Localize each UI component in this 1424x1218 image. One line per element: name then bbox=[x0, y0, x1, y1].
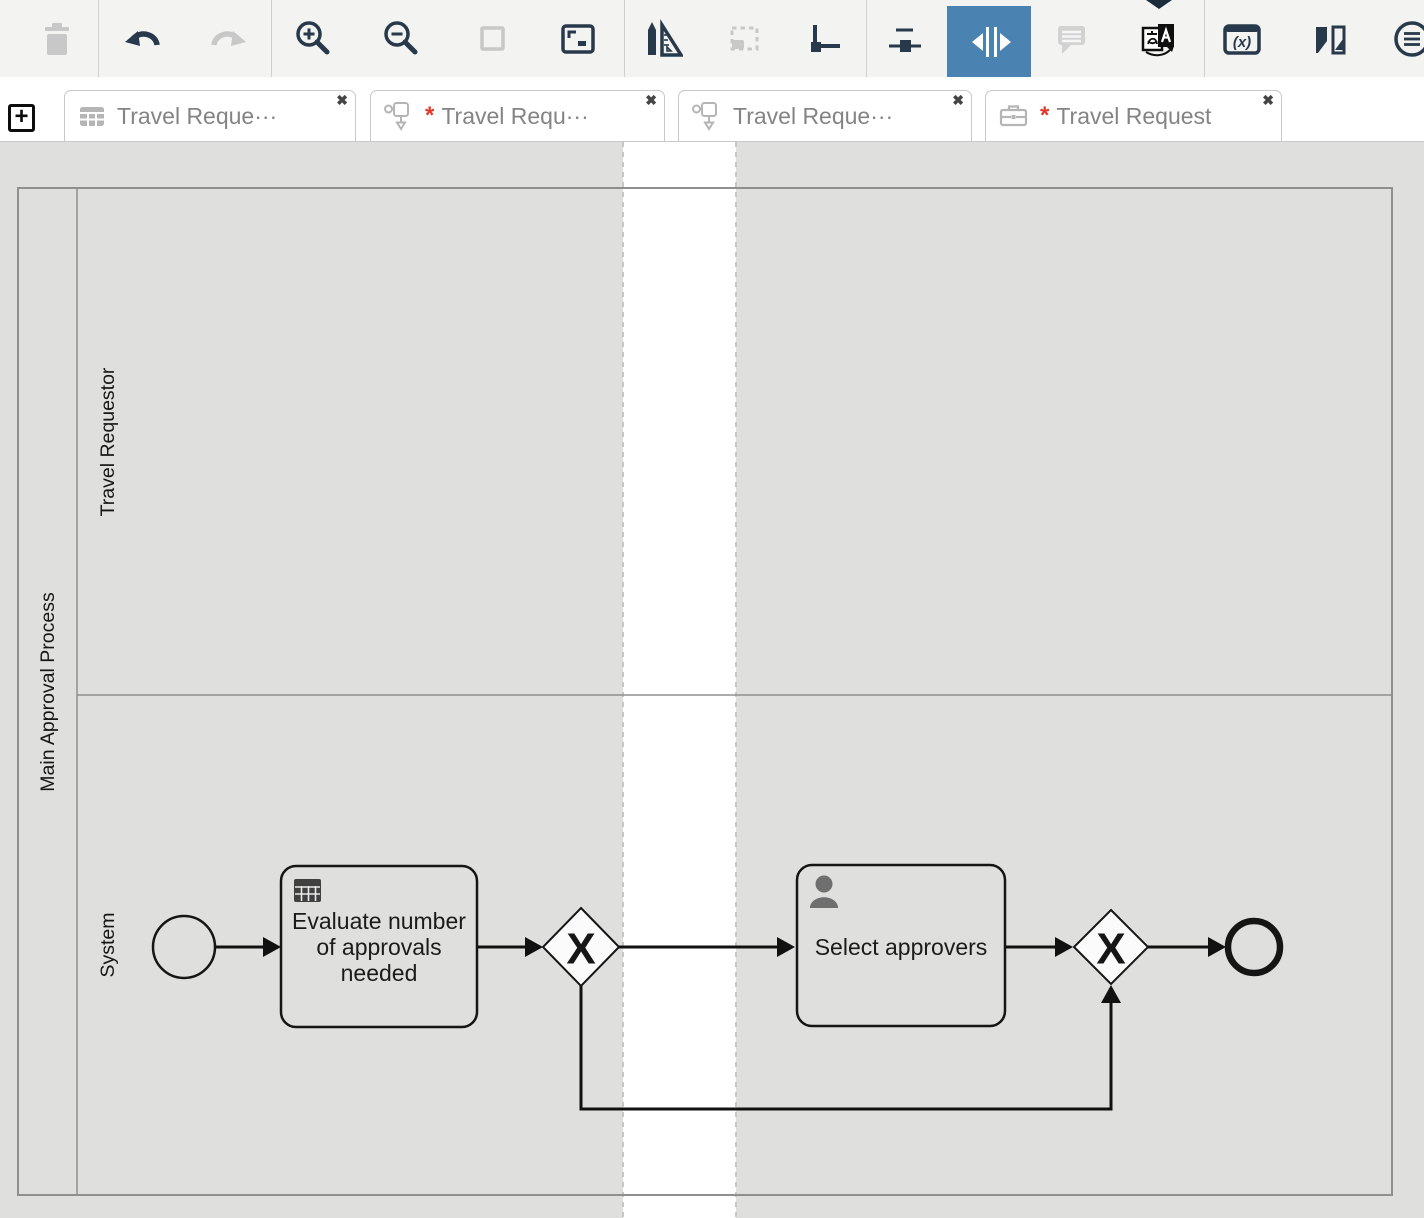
task-label: Select approvers bbox=[815, 934, 988, 960]
split-view-icon bbox=[972, 27, 1011, 57]
task-label-line: needed bbox=[341, 960, 418, 986]
table-icon bbox=[78, 102, 106, 130]
task-label-line: Evaluate number bbox=[292, 908, 466, 934]
close-icon[interactable]: ✖ bbox=[1262, 92, 1274, 108]
close-icon[interactable]: ✖ bbox=[952, 92, 964, 108]
process-icon bbox=[384, 100, 414, 132]
start-event[interactable] bbox=[153, 916, 215, 978]
task-select-approvers[interactable]: Select approvers bbox=[797, 865, 1005, 1026]
tab-travel-request-table[interactable]: Travel Reque··· ✖ bbox=[64, 90, 356, 142]
toolbar-separator bbox=[624, 0, 625, 77]
exclusive-gateway-1[interactable]: X bbox=[543, 908, 619, 986]
compare-pages-icon[interactable] bbox=[1308, 17, 1352, 61]
undo-icon[interactable] bbox=[121, 17, 165, 61]
toolbar: (x) bbox=[0, 0, 1424, 78]
tab-label: Travel Reque··· bbox=[117, 103, 277, 130]
redo-icon[interactable] bbox=[206, 17, 250, 61]
zoom-in-icon[interactable] bbox=[290, 17, 334, 61]
lane-label-system[interactable]: System bbox=[97, 912, 119, 977]
gateway-x-marker: X bbox=[1096, 925, 1125, 974]
exclusive-gateway-2[interactable]: X bbox=[1074, 910, 1148, 984]
translate-icon[interactable] bbox=[1136, 17, 1180, 61]
more-options-icon[interactable] bbox=[1390, 17, 1424, 61]
bpmn-editor-window: (x) + Travel Re bbox=[0, 0, 1424, 1218]
split-view-button[interactable] bbox=[947, 6, 1031, 77]
dirty-marker: * bbox=[1040, 102, 1049, 130]
shape-icon[interactable] bbox=[470, 17, 514, 61]
close-icon[interactable]: ✖ bbox=[645, 92, 657, 108]
tab-travel-request-process-active[interactable]: * Travel Requ··· ✖ bbox=[370, 90, 665, 142]
pool-main-approval-process[interactable]: Main Approval Process Travel Requestor S… bbox=[18, 188, 1392, 1195]
toolbar-separator bbox=[866, 0, 867, 77]
tab-label: Travel Request bbox=[1056, 103, 1211, 130]
distribute-icon[interactable] bbox=[883, 17, 927, 61]
diagram-canvas[interactable]: Main Approval Process Travel Requestor S… bbox=[0, 142, 1424, 1218]
close-icon[interactable]: ✖ bbox=[336, 92, 348, 108]
process-icon bbox=[692, 100, 722, 132]
tab-label: Travel Requ··· bbox=[441, 103, 588, 130]
end-event[interactable] bbox=[1228, 921, 1280, 973]
selection-icon[interactable] bbox=[722, 17, 766, 61]
tab-label: Travel Reque··· bbox=[733, 103, 893, 130]
snap-corner-icon[interactable] bbox=[801, 17, 845, 61]
dirty-marker: * bbox=[425, 102, 434, 130]
table-icon bbox=[294, 879, 321, 902]
task-label-line: of approvals bbox=[316, 934, 441, 960]
delete-icon[interactable] bbox=[35, 17, 79, 61]
pool-label[interactable]: Main Approval Process bbox=[37, 592, 59, 792]
loop-flow bbox=[581, 985, 1111, 1109]
toolbar-separator bbox=[1204, 0, 1205, 77]
task-evaluate-number-of-approvals[interactable]: Evaluate number of approvals needed bbox=[281, 866, 477, 1027]
tab-travel-request-process[interactable]: Travel Reque··· ✖ bbox=[678, 90, 972, 142]
gateway-x-marker: X bbox=[566, 925, 595, 974]
toolbar-separator bbox=[98, 0, 99, 77]
formula-icon[interactable]: (x) bbox=[1220, 17, 1264, 61]
new-tab-button[interactable]: + bbox=[8, 104, 35, 132]
svg-text:(x): (x) bbox=[1233, 34, 1251, 51]
design-tools-icon[interactable] bbox=[639, 17, 683, 61]
briefcase-icon bbox=[999, 102, 1029, 130]
toolbar-separator bbox=[271, 0, 272, 77]
tab-bar: + Travel Reque··· ✖ * Travel Re bbox=[0, 77, 1424, 142]
zoom-out-icon[interactable] bbox=[378, 17, 422, 61]
comments-icon[interactable] bbox=[1049, 17, 1093, 61]
translate-dropdown-caret-icon[interactable] bbox=[1146, 0, 1172, 9]
user-icon bbox=[810, 876, 838, 909]
tab-travel-request-case[interactable]: * Travel Request ✖ bbox=[985, 90, 1282, 142]
lane-label-travel-requestor[interactable]: Travel Requestor bbox=[97, 367, 119, 516]
fit-to-window-icon[interactable] bbox=[556, 17, 600, 61]
